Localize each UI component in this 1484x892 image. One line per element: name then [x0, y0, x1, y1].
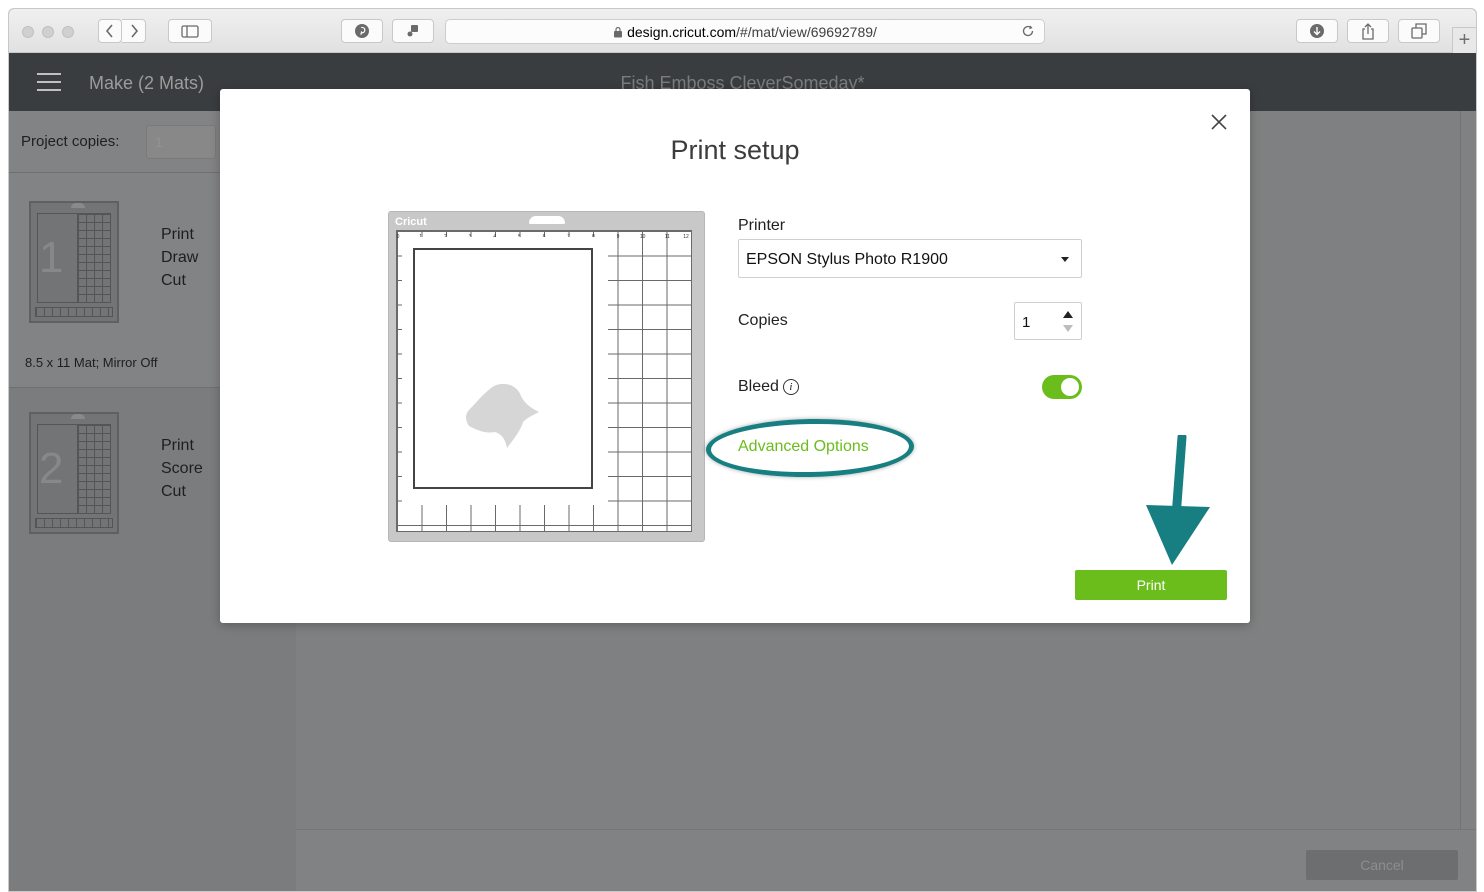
- url-path: /#/mat/view/69692789/: [736, 23, 877, 40]
- printer-value: EPSON Stylus Photo R1900: [746, 251, 948, 268]
- arrow-annotation-icon: [1146, 435, 1210, 565]
- project-copies-value: 1: [155, 134, 163, 150]
- mat-preview: Cricut 0123456789101112: [388, 211, 705, 542]
- back-icon: [105, 24, 113, 38]
- project-copies-label: Project copies:: [21, 133, 120, 150]
- print-setup-dialog: Print setup Cricut 0123456789101112 Prin…: [220, 89, 1250, 623]
- printer-select[interactable]: EPSON Stylus Photo R1900: [738, 239, 1082, 278]
- url-host: design.cricut.com: [627, 23, 737, 40]
- mat-thumbnail-1: 1: [29, 201, 119, 323]
- mat-step: Draw: [161, 249, 199, 266]
- forward-icon: [130, 24, 138, 38]
- close-icon[interactable]: [1210, 113, 1228, 131]
- fish-icon: [466, 383, 539, 448]
- increment-icon[interactable]: [1063, 311, 1073, 318]
- address-bar[interactable]: design.cricut.com/#/mat/view/69692789/: [445, 19, 1045, 44]
- bleed-toggle[interactable]: [1042, 375, 1082, 399]
- browser-window: design.cricut.com/#/mat/view/69692789/ +…: [8, 8, 1477, 892]
- printer-label: Printer: [738, 217, 786, 234]
- window-zoom-dot[interactable]: [62, 26, 74, 38]
- project-copies-stepper[interactable]: 1: [146, 125, 216, 159]
- bleed-label: Bleed: [738, 378, 779, 395]
- extension-button[interactable]: [392, 19, 434, 43]
- bleed-row: Bleed i: [738, 378, 799, 396]
- mat-steps-1: Print Draw Cut: [161, 223, 198, 292]
- chevron-down-icon: [1061, 257, 1069, 262]
- mat-notch: [529, 216, 565, 224]
- cricut-brand: Cricut: [395, 216, 427, 228]
- copies-stepper[interactable]: 1: [1014, 302, 1082, 340]
- copies-label: Copies: [738, 312, 788, 329]
- window-minimize-dot[interactable]: [42, 26, 54, 38]
- pinterest-icon: [355, 24, 369, 38]
- footer-bar: Cancel: [296, 829, 1476, 891]
- advanced-options-link[interactable]: Advanced Options: [738, 438, 869, 456]
- tabs-icon: [1411, 23, 1427, 39]
- decrement-icon[interactable]: [1063, 325, 1073, 332]
- back-button[interactable]: [98, 19, 122, 43]
- scrollbar[interactable]: [1460, 111, 1476, 831]
- mat-steps-2: Print Score Cut: [161, 434, 203, 503]
- mat-thumbnail-2: 2: [29, 412, 119, 534]
- share-icon: [1362, 22, 1374, 40]
- reload-icon[interactable]: [1020, 23, 1036, 39]
- copies-value: 1: [1022, 314, 1031, 331]
- mat-number-2: 2: [39, 444, 64, 493]
- extension-icon: [407, 25, 418, 37]
- mat-caption-1: 8.5 x 11 Mat; Mirror Off: [25, 355, 158, 370]
- ruler-tick-label: 0: [397, 234, 400, 240]
- share-button[interactable]: [1347, 19, 1389, 43]
- downloads-button[interactable]: [1296, 19, 1338, 43]
- download-icon: [1310, 24, 1324, 38]
- ruler-tick-label: 9: [617, 234, 620, 240]
- mat-step: Cut: [161, 483, 186, 500]
- mat-step: Print: [161, 437, 194, 454]
- ruler-tick-label: 12: [683, 234, 689, 240]
- sidebar-toggle-button[interactable]: [168, 19, 212, 43]
- window-close-dot[interactable]: [22, 26, 34, 38]
- info-icon[interactable]: i: [782, 379, 799, 395]
- lock-icon: [614, 26, 623, 37]
- toggle-knob: [1061, 378, 1079, 396]
- browser-toolbar: design.cricut.com/#/mat/view/69692789/ +: [9, 9, 1476, 53]
- pinterest-button[interactable]: [341, 19, 383, 43]
- mat-step: Score: [161, 460, 203, 477]
- new-tab-button[interactable]: +: [1452, 27, 1476, 53]
- dialog-title: Print setup: [670, 135, 800, 165]
- tabs-overview-button[interactable]: [1398, 19, 1440, 43]
- mat-number-1: 1: [39, 233, 64, 282]
- sidebar-icon: [181, 24, 199, 38]
- cancel-button[interactable]: Cancel: [1306, 850, 1458, 880]
- forward-button[interactable]: [122, 19, 146, 43]
- mat-step: Cut: [161, 272, 186, 289]
- mat-step: Print: [161, 226, 194, 243]
- print-button[interactable]: Print: [1075, 570, 1227, 600]
- ruler-tick-label: 11: [665, 234, 670, 240]
- ruler-tick-label: 10: [640, 234, 646, 240]
